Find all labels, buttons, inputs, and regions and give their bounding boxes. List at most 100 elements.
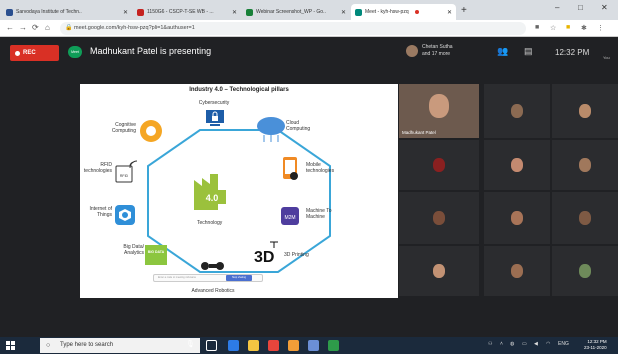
close-tab-icon[interactable]: ✕	[123, 9, 128, 16]
url-field[interactable]: 🔒 meet.google.com/kyh-hsw-pzq?pli=1&auth…	[60, 22, 526, 35]
tab-favicon-icon	[355, 8, 362, 16]
forward-icon[interactable]: →	[19, 23, 27, 32]
edge-icon[interactable]	[228, 340, 239, 351]
big-data-badge: BIG DATA	[147, 250, 165, 254]
tab-favicon-icon	[246, 8, 253, 16]
pillar-label-3d-printing: 3D Printing	[284, 252, 309, 258]
participant-tile-main[interactable]: Madhukant Patel	[399, 84, 479, 138]
rfid-badge: RFID	[119, 174, 129, 178]
minimize-button[interactable]: –	[555, 3, 559, 12]
task-view-icon[interactable]	[206, 340, 217, 351]
participant-face	[511, 158, 523, 172]
tab-favicon-icon	[137, 8, 144, 16]
you-label: You	[603, 55, 610, 60]
home-icon[interactable]: ⌂	[45, 23, 50, 32]
participant-count: and 17 more	[422, 51, 451, 57]
people-icon[interactable]: 👥	[497, 46, 508, 57]
participant-tile[interactable]	[484, 192, 550, 244]
participant-tile[interactable]	[399, 246, 479, 296]
tab-label: Sarvodaya Institute of Techn..	[16, 9, 82, 15]
browser-tab[interactable]: Sarvodaya Institute of Techn.. ✕	[2, 4, 132, 20]
pillar-label-mobile: Mobile technologies	[306, 162, 335, 174]
participant-tile[interactable]	[484, 140, 550, 190]
pillar-label-cloud: Cloud Computing	[286, 120, 311, 132]
new-tab-button[interactable]: +	[461, 5, 467, 16]
battery-icon[interactable]: ▭	[522, 341, 527, 347]
participant-tile[interactable]	[484, 84, 550, 138]
app-icon[interactable]	[288, 340, 299, 351]
factory-4-0-icon: 4.0	[194, 174, 226, 210]
slide-title: Industry 4.0 – Technological pillars	[189, 87, 289, 93]
center-badge: 4.0	[206, 193, 219, 203]
chrome-icon[interactable]	[268, 340, 279, 351]
meeting-clock: 12:32 PM	[555, 48, 590, 57]
menu-icon[interactable]: ⋮	[597, 24, 604, 32]
pillar-label-iot: Internet of Things	[89, 206, 112, 218]
taskbar-search-field[interactable]: ○ Type here to search	[40, 338, 200, 353]
browser-tab-active[interactable]: Meet - kyh-hsw-pzq ✕	[351, 4, 456, 20]
chevron-up-icon[interactable]: ˄	[500, 341, 503, 347]
file-explorer-icon[interactable]	[248, 340, 259, 351]
microphone-icon[interactable]: 🎙	[186, 340, 195, 348]
participant-tile[interactable]	[399, 192, 479, 244]
excel-icon[interactable]	[328, 340, 339, 351]
camera-icon[interactable]: ■	[535, 24, 539, 31]
participant-tile[interactable]	[399, 140, 479, 190]
windows-taskbar: ○ Type here to search 🎙 ⚇ ˄ ◍ ▭ ◀ ◠ ENG …	[0, 337, 618, 354]
input-language[interactable]: ENG	[558, 341, 569, 347]
participant-face	[433, 211, 445, 225]
browser-tab[interactable]: Webinar Screenshot_WP - Go.. ✕	[242, 4, 350, 20]
tab-label: 1150G6 - CSCP-T-SE WB - ...	[147, 9, 214, 15]
participant-face	[579, 264, 591, 278]
pillar-label-rfid: RFID technologies	[83, 162, 112, 174]
taskbar-date: 23-11-2020	[584, 345, 607, 350]
wifi-icon[interactable]: ◠	[546, 341, 550, 347]
code-prompt: Enter a code or meeting nickname	[158, 276, 197, 279]
stop-sharing-button[interactable]: Stop sharing	[226, 275, 252, 281]
center-label: Technology	[197, 220, 223, 226]
participant-tile[interactable]	[552, 84, 618, 138]
m2m-icon: M2M	[281, 207, 299, 225]
taskbar-clock[interactable]: 12:32 PM 23-11-2020	[584, 339, 607, 351]
participant-tile[interactable]	[552, 192, 618, 244]
search-icon: ○	[46, 342, 51, 349]
puzzle-icon[interactable]: ✱	[581, 24, 587, 32]
participant-name: Chetan Sutha	[422, 44, 453, 50]
meet-logo: Meet	[68, 46, 82, 58]
3d-printing-icon: 3D	[254, 241, 278, 266]
recording-button[interactable]: REC	[10, 45, 59, 61]
participant-tile[interactable]	[484, 246, 550, 296]
pillar-label-cybersecurity: Cybersecurity	[198, 100, 230, 106]
volume-icon[interactable]: ◀	[534, 341, 538, 347]
network-icon[interactable]: ◍	[510, 341, 514, 347]
svg-text:M2M: M2M	[284, 215, 295, 221]
extension-icon[interactable]: ■	[566, 24, 570, 31]
app-icon[interactable]	[308, 340, 319, 351]
pillar-label-cognitive: Cognitive Computing	[111, 122, 136, 134]
people-icon[interactable]: ⚇	[488, 341, 492, 347]
reload-icon[interactable]: ⟳	[32, 23, 39, 32]
maximize-button[interactable]: □	[578, 3, 583, 12]
chat-icon[interactable]: ▤	[524, 46, 533, 57]
participants-summary[interactable]: Chetan Sutha and 17 more	[422, 44, 453, 58]
close-tab-icon[interactable]: ✕	[341, 9, 346, 16]
lock-icon: 🔒	[65, 25, 73, 31]
browser-tab[interactable]: 1150G6 - CSCP-T-SE WB - ... ✕	[133, 4, 241, 20]
participant-tile[interactable]	[552, 246, 618, 296]
participant-tile[interactable]	[552, 140, 618, 190]
close-tab-icon[interactable]: ✕	[232, 9, 237, 16]
close-tab-icon[interactable]: ✕	[447, 9, 452, 16]
presenting-text: Madhukant Patel is presenting	[90, 46, 212, 56]
participant-face	[511, 211, 523, 225]
back-icon[interactable]: ←	[6, 23, 14, 32]
participant-face	[433, 158, 445, 172]
robot-arm-icon	[201, 262, 224, 270]
pillar-label-m2m: Machine To Machine	[306, 208, 332, 220]
lock-icon	[206, 110, 224, 126]
close-window-button[interactable]: ✕	[601, 3, 608, 12]
star-icon[interactable]: ☆	[550, 24, 556, 32]
windows-start-icon[interactable]	[6, 341, 15, 350]
search-placeholder: Type here to search	[60, 342, 114, 348]
recording-dot-icon	[414, 10, 419, 14]
participant-face	[511, 104, 523, 118]
